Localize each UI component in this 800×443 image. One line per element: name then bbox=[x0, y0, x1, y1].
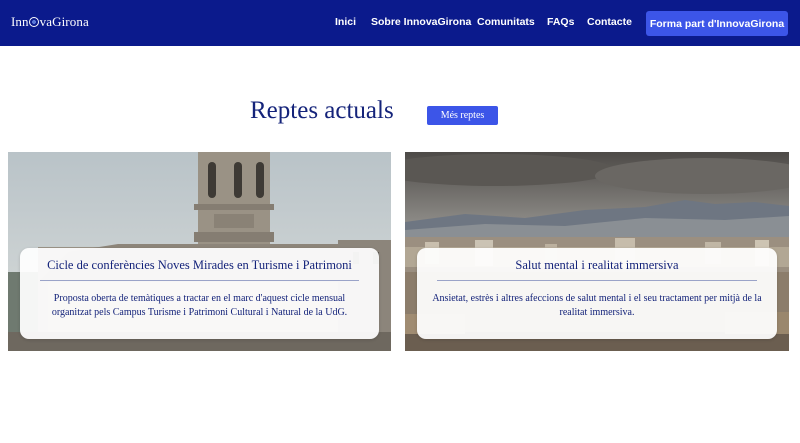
nav-link-comunitats[interactable]: Comunitats bbox=[477, 16, 535, 28]
top-navbar: Inn vaGirona Inici Sobre InnovaGirona Com… bbox=[0, 0, 800, 46]
nav-link-contacte[interactable]: Contacte bbox=[587, 16, 632, 28]
card-description: Ansietat, estrès i altres afeccions de s… bbox=[432, 293, 762, 318]
challenge-card-1[interactable]: Cicle de conferències Noves Mirades en T… bbox=[8, 152, 391, 351]
page-title: Reptes actuals bbox=[250, 97, 394, 124]
divider bbox=[40, 280, 359, 281]
challenge-card-2[interactable]: Salut mental i realitat immersiva Ansiet… bbox=[405, 152, 789, 351]
nav-link-faqs[interactable]: FAQs bbox=[547, 16, 574, 28]
card-info-panel: Cicle de conferències Noves Mirades en T… bbox=[20, 248, 379, 339]
card-title[interactable]: Salut mental i realitat immersiva bbox=[417, 258, 777, 273]
divider bbox=[437, 280, 757, 281]
nav-link-sobre[interactable]: Sobre InnovaGirona bbox=[371, 16, 471, 28]
nav-link-inici[interactable]: Inici bbox=[335, 16, 356, 28]
join-button[interactable]: Forma part d'InnovaGirona bbox=[646, 11, 788, 36]
card-title[interactable]: Cicle de conferències Noves Mirades en T… bbox=[20, 258, 379, 273]
more-challenges-button[interactable]: Més reptes bbox=[427, 106, 498, 125]
card-info-panel: Salut mental i realitat immersiva Ansiet… bbox=[417, 248, 777, 339]
card-description: Proposta oberta de temàtiques a tractar … bbox=[51, 293, 348, 318]
